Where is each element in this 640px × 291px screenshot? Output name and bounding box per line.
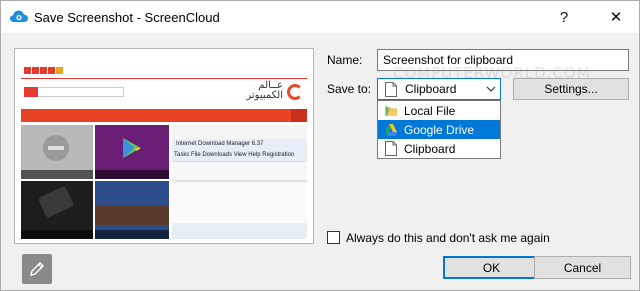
google-drive-icon	[385, 123, 397, 136]
save-to-dropdown-list: Local File Google Drive Clipboard	[377, 100, 501, 159]
close-icon: ✕	[609, 9, 623, 26]
window-title: Save Screenshot - ScreenCloud	[34, 10, 220, 25]
pencil-icon	[30, 262, 44, 276]
preview-image: عــالم الكمبيوتر Internet Download Manag…	[21, 65, 307, 239]
preview-nav-bar	[21, 109, 307, 122]
option-google-drive[interactable]: Google Drive	[378, 120, 500, 139]
option-local-file[interactable]: Local File	[378, 101, 500, 120]
name-label: Name:	[327, 53, 363, 67]
preview-tile-game	[95, 181, 169, 239]
preview-idm-window: Internet Download Manager 6.37 Tasks Fil…	[172, 125, 307, 239]
preview-tile-phone	[21, 181, 93, 239]
edit-screenshot-button[interactable]	[22, 254, 52, 284]
preview-tile-blocked	[21, 125, 93, 179]
screencloud-app-icon	[10, 10, 28, 22]
option-label: Google Drive	[404, 122, 475, 137]
settings-button[interactable]: Settings...	[513, 78, 629, 100]
preview-site-logo-icon	[287, 84, 303, 100]
always-do-this-label: Always do this and don't ask me again	[346, 231, 550, 245]
document-icon	[385, 81, 397, 97]
preview-search-box	[24, 87, 124, 97]
preview-social-bar	[21, 65, 307, 77]
folder-icon	[385, 104, 397, 117]
always-do-this-checkbox[interactable]	[327, 231, 340, 244]
document-icon	[385, 141, 397, 156]
close-button[interactable]: ✕	[593, 1, 639, 33]
chevron-down-icon	[482, 84, 500, 95]
preview-site-logo-text: عــالم الكمبيوتر	[246, 80, 283, 101]
ok-button[interactable]: OK	[443, 256, 540, 279]
save-screenshot-dialog: Save Screenshot - ScreenCloud ? ✕ عــالم…	[0, 0, 640, 291]
save-to-select[interactable]: Clipboard	[377, 78, 501, 100]
preview-tile-playstore	[95, 125, 169, 179]
option-label: Clipboard	[404, 141, 456, 156]
option-label: Local File	[404, 103, 456, 118]
save-to-selected-value: Clipboard	[405, 82, 457, 96]
cancel-button[interactable]: Cancel	[534, 256, 631, 279]
help-button[interactable]: ?	[541, 1, 587, 33]
screenshot-preview: عــالم الكمبيوتر Internet Download Manag…	[14, 48, 314, 284]
help-icon: ?	[559, 8, 569, 26]
title-bar: Save Screenshot - ScreenCloud ? ✕	[1, 1, 639, 33]
option-clipboard[interactable]: Clipboard	[378, 139, 500, 158]
save-to-label: Save to:	[327, 82, 372, 96]
